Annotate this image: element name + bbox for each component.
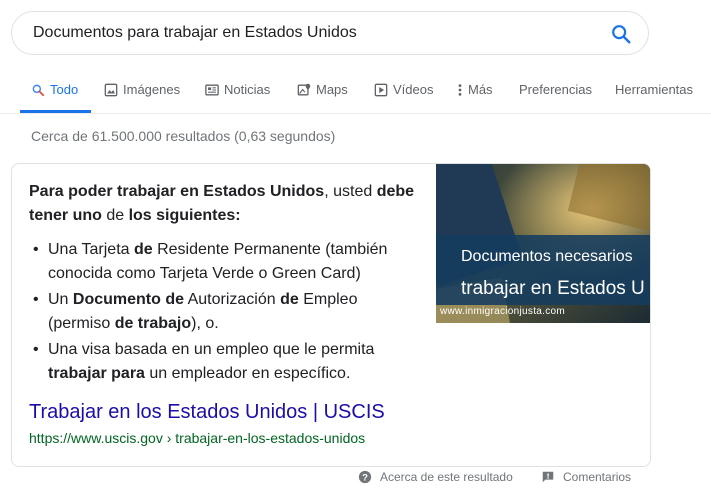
list-item: Una Tarjeta de Residente Permanente (tam… [29, 238, 424, 286]
image-text-line2: trabajar en Estados U [461, 278, 645, 299]
text-run: un empleador en específico. [144, 365, 351, 382]
search-icon[interactable] [610, 23, 632, 45]
tab-label: Noticias [224, 82, 271, 97]
result-stats: Cerca de 61.500.000 resultados (0,63 seg… [31, 128, 336, 144]
bold-text: trabajar para [48, 365, 145, 382]
text-run: Una Tarjeta [48, 241, 134, 258]
tab-todo[interactable]: Todo [31, 82, 78, 97]
text-run: , usted [324, 183, 377, 200]
tab-preferencias[interactable]: Preferencias [519, 82, 592, 97]
feedback-icon [542, 471, 554, 483]
bold-text: trabajar en Estados Unidos [117, 183, 325, 200]
bold-text: Documento de [72, 291, 185, 308]
snippet-image[interactable]: Documentos necesarios trabajar en Estado… [436, 164, 650, 323]
search-box[interactable]: Documentos para trabajar en Estados Unid… [11, 11, 649, 55]
text-run: Un [48, 291, 73, 308]
search-input[interactable]: Documentos para trabajar en Estados Unid… [33, 24, 357, 42]
image-icon [104, 83, 118, 96]
text-run: Autorización [184, 291, 281, 308]
bold-text: Para poder [29, 183, 118, 200]
tab-videos[interactable]: Vídeos [374, 82, 433, 97]
snippet-lead: Para poder trabajar en Estados Unidos, u… [29, 180, 424, 228]
feedback[interactable]: Comentarios [541, 470, 631, 484]
svg-text:?: ? [362, 473, 368, 484]
bold-text: de trabajo [114, 315, 192, 332]
result-title-link[interactable]: Trabajar en los Estados Unidos | USCIS [29, 401, 385, 424]
featured-snippet: Para poder trabajar en Estados Unidos, u… [11, 163, 651, 467]
snippet-list: Una Tarjeta de Residente Permanente (tam… [29, 238, 424, 388]
text-run: ), o. [191, 315, 219, 332]
list-item: Un Documento de Autorización de Empleo (… [29, 288, 424, 336]
tab-label: Vídeos [393, 82, 434, 97]
text-run: Una visa basada en un empleo que le perm… [48, 341, 375, 358]
bold-text: de [280, 291, 299, 308]
help-icon: ? [358, 470, 372, 484]
image-source: www.inmigracionjusta.com [440, 306, 566, 317]
list-item: Una visa basada en un empleo que le perm… [29, 338, 424, 386]
tab-imagenes[interactable]: Imágenes [104, 82, 180, 97]
tab-label: Preferencias [519, 82, 592, 97]
tab-label: Imágenes [123, 82, 181, 97]
feedback-label: Comentarios [563, 470, 632, 484]
search-icon [32, 84, 45, 96]
more-vert-icon [458, 83, 462, 96]
tab-label: Todo [50, 82, 79, 97]
map-icon [297, 83, 311, 95]
tab-label: Más [468, 82, 493, 97]
tab-label: Herramientas [615, 82, 694, 97]
bold-text: de [133, 241, 153, 258]
image-text-line1: Documentos necesarios [461, 248, 633, 265]
about-result[interactable]: ? Acerca de este resultado [358, 470, 513, 484]
tab-mas[interactable]: Más [457, 82, 493, 97]
search-tabs: Todo Imágenes Noticias Maps Vídeos Más P… [0, 78, 711, 114]
about-result-label: Acerca de este resultado [380, 470, 513, 484]
tab-herramientas[interactable]: Herramientas [615, 82, 693, 97]
divider [0, 113, 711, 114]
video-icon [374, 83, 388, 96]
tab-maps[interactable]: Maps [297, 82, 348, 97]
text-run: de [101, 207, 129, 224]
tab-noticias[interactable]: Noticias [205, 82, 270, 97]
bold-text: los siguientes: [128, 207, 241, 224]
news-icon [205, 84, 219, 95]
result-url[interactable]: https://www.uscis.gov › trabajar-en-los-… [29, 430, 365, 446]
tab-label: Maps [316, 82, 348, 97]
